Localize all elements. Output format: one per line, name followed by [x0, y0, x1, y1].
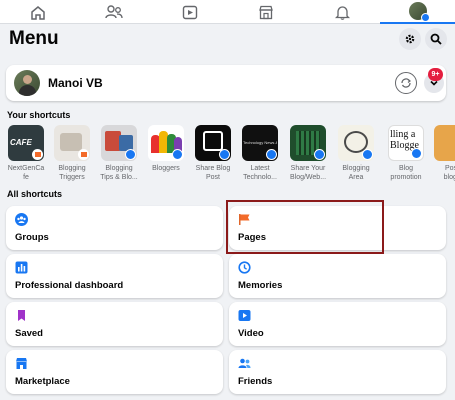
gear-icon [405, 34, 415, 44]
shortcut-thumbnail [338, 125, 374, 161]
shortcut-label: Post blogs [443, 165, 455, 181]
video-icon [238, 309, 251, 322]
menu-badge-icon [420, 13, 430, 22]
shortcut-share-blog-post[interactable]: Share Blog Post [191, 125, 235, 182]
friends-icon [105, 5, 123, 19]
shortcut-label: Bloggers [152, 165, 180, 172]
flag-icon [32, 149, 43, 160]
tile-label: Memories [238, 280, 283, 291]
shortcut-label: NextGenCa fe [7, 165, 45, 181]
tile-professional-dashboard[interactable]: Professional dashboard [6, 254, 223, 298]
shortcut-label: Blogging Tips & Blo... [100, 165, 138, 181]
thumb-cafe-text: CAFE [10, 138, 32, 147]
nav-notifications[interactable] [304, 0, 380, 24]
shortcut-label: Share Your Blog/Web... [289, 165, 327, 181]
shortcut-latest-technology[interactable]: Technology News & Latest Technolo... [238, 125, 282, 182]
shortcut-thumbnail: Technology News & [242, 125, 278, 161]
friends-icon [238, 357, 251, 370]
shortcut-label: Blogging Area [342, 165, 370, 181]
your-shortcuts-heading: Your shortcuts [7, 110, 71, 120]
shortcut-nextgencafe[interactable]: CAFE NextGenCa fe [4, 125, 48, 182]
video-icon [182, 5, 198, 19]
tile-label: Saved [15, 328, 43, 339]
tile-groups[interactable]: Groups [6, 206, 223, 250]
search-icon [430, 33, 442, 45]
tile-video[interactable]: Video [229, 302, 446, 346]
shortcut-thumbnail: CAFE [8, 125, 44, 161]
switch-profile-icon [401, 78, 411, 88]
tile-label: Friends [238, 376, 273, 387]
page-title: Menu [9, 28, 59, 49]
marketplace-icon [15, 357, 28, 370]
group-badge-icon [172, 149, 183, 160]
clock-icon [238, 261, 251, 274]
tile-label: Groups [15, 232, 49, 243]
tile-label: Video [238, 328, 264, 339]
thumb-tech-text: Technology News & [243, 140, 277, 145]
nav-menu-profile[interactable] [380, 0, 455, 24]
shortcut-blogging-tips[interactable]: Blogging Tips & Blo... [97, 125, 141, 182]
tile-saved[interactable]: Saved [6, 302, 223, 346]
shortcut-thumbnail [101, 125, 137, 161]
marketplace-icon [259, 5, 273, 19]
shortcut-label: Share Blog Post [195, 165, 231, 181]
shortcut-thumbnail [434, 125, 455, 161]
group-badge-icon [314, 149, 325, 160]
shortcut-blog-promotion[interactable]: lling a Blogge Blog promotion [384, 125, 428, 182]
shortcut-post-blogs[interactable]: Post blogs [430, 125, 455, 182]
shortcut-thumbnail [148, 125, 184, 161]
tile-label: Marketplace [15, 376, 70, 387]
bell-icon [334, 5, 350, 20]
groups-icon [15, 213, 28, 226]
tile-memories[interactable]: Memories [229, 254, 446, 298]
group-badge-icon [219, 149, 230, 160]
tile-friends[interactable]: Friends [229, 350, 446, 394]
switch-profile-button[interactable] [395, 72, 417, 94]
shortcut-thumbnail [290, 125, 326, 161]
avatar [14, 70, 40, 96]
nav-video[interactable] [152, 0, 228, 24]
shortcut-blogging-triggers[interactable]: Blogging Triggers [50, 125, 94, 182]
menu-header: Menu [0, 24, 455, 58]
search-button[interactable] [425, 28, 447, 50]
bookmark-icon [15, 309, 28, 322]
shortcut-thumbnail [195, 125, 231, 161]
group-badge-icon [362, 149, 373, 160]
top-navigation-bar [0, 0, 455, 24]
shortcut-thumbnail: lling a Blogge [388, 125, 424, 161]
notification-count-badge: 9+ [428, 68, 443, 81]
shortcut-thumbnail [54, 125, 90, 161]
flag-icon [78, 149, 89, 160]
group-badge-icon [411, 148, 422, 159]
shortcut-bloggers[interactable]: Bloggers [144, 125, 188, 173]
pages-highlight-box [226, 200, 384, 254]
profile-card[interactable]: Manoi VB [6, 65, 446, 101]
profile-menu-icon [408, 2, 430, 22]
group-badge-icon [266, 149, 277, 160]
shortcut-blogging-area[interactable]: Blogging Area [334, 125, 378, 182]
shortcut-label: Latest Technolo... [243, 165, 277, 181]
tile-label: Professional dashboard [15, 280, 124, 291]
nav-friends[interactable] [76, 0, 152, 24]
shortcut-label: Blogging Triggers [58, 165, 86, 181]
home-icon [31, 5, 45, 20]
all-shortcuts-heading: All shortcuts [7, 189, 63, 199]
shortcut-share-your-blog[interactable]: Share Your Blog/Web... [286, 125, 330, 182]
nav-marketplace[interactable] [228, 0, 304, 24]
shortcut-label: Blog promotion [390, 165, 422, 181]
profile-name: Manoi VB [48, 76, 103, 90]
settings-button[interactable] [399, 28, 421, 50]
nav-home[interactable] [0, 0, 76, 24]
tile-marketplace[interactable]: Marketplace [6, 350, 223, 394]
dashboard-icon [15, 261, 28, 274]
group-badge-icon [125, 149, 136, 160]
